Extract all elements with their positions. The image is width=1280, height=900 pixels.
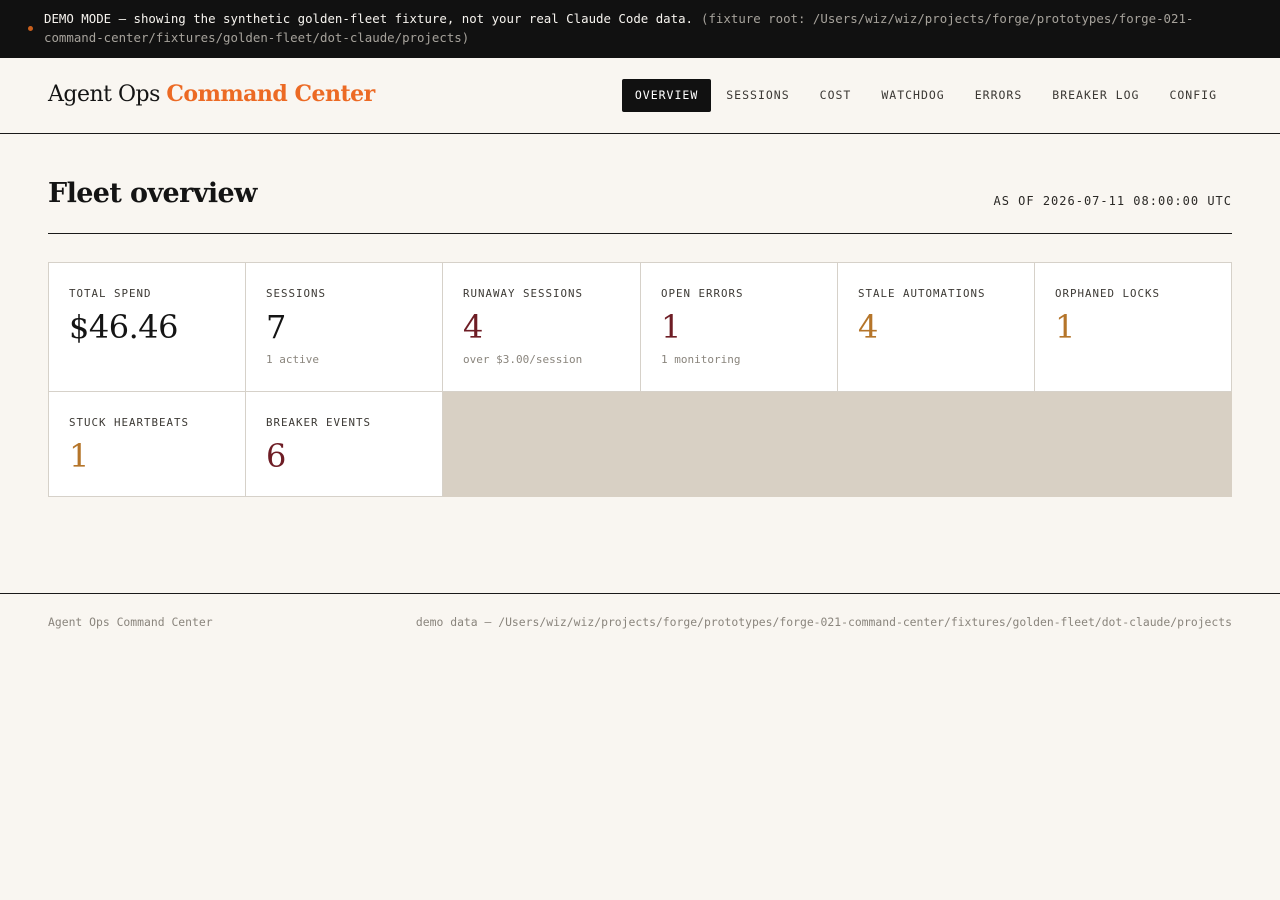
page-title: Fleet overview	[48, 178, 257, 209]
stat-subtext: 1 monitoring	[661, 353, 741, 366]
app-header: Agent Ops Command Center OVERVIEW SESSIO…	[0, 58, 1280, 134]
stat-label: TOTAL SPEND	[69, 287, 152, 300]
stat-card-stuck-heartbeats[interactable]: STUCK HEARTBEATS 1	[49, 392, 246, 497]
nav-tab-breaker-log[interactable]: BREAKER LOG	[1037, 79, 1154, 112]
stat-card-breaker-events[interactable]: BREAKER EVENTS 6	[246, 392, 443, 497]
stat-value: 1	[661, 308, 681, 346]
stat-value: 4	[858, 308, 878, 346]
title-divider	[48, 233, 1232, 234]
stat-label: STALE AUTOMATIONS	[858, 287, 986, 300]
brand-name-accent: Command Center	[166, 81, 375, 107]
as-of-timestamp: AS OF 2026-07-11 08:00:00 UTC	[993, 194, 1232, 208]
stats-grid: TOTAL SPEND $46.46 SESSIONS 7 1 active R…	[48, 262, 1232, 497]
footer-divider	[0, 593, 1280, 594]
stat-value: 4	[463, 308, 483, 346]
stat-subtext: 1 active	[266, 353, 319, 366]
stat-card-orphaned-locks[interactable]: ORPHANED LOCKS 1	[1035, 263, 1232, 392]
stat-label: ORPHANED LOCKS	[1055, 287, 1161, 300]
stat-label: BREAKER EVENTS	[266, 416, 372, 429]
stat-card-total-spend[interactable]: TOTAL SPEND $46.46	[49, 263, 246, 392]
stat-value: 7	[266, 308, 286, 346]
stat-value: 1	[1055, 308, 1075, 346]
stat-card-sessions[interactable]: SESSIONS 7 1 active	[246, 263, 443, 392]
stat-value: 1	[69, 437, 89, 475]
footer-data-source: demo data — /Users/wiz/wiz/projects/forg…	[415, 615, 1232, 629]
brand-logo[interactable]: Agent Ops Command Center	[48, 81, 375, 107]
stat-card-open-errors[interactable]: OPEN ERRORS 1 1 monitoring	[641, 263, 838, 392]
nav-tab-watchdog[interactable]: WATCHDOG	[866, 79, 959, 112]
brand-name-primary: Agent Ops	[48, 82, 160, 107]
stat-card-runaway-sessions[interactable]: RUNAWAY SESSIONS 4 over $3.00/session	[443, 263, 641, 392]
banner-text: DEMO MODE — showing the synthetic golden…	[44, 9, 1244, 47]
nav-tab-sessions[interactable]: SESSIONS	[711, 79, 804, 112]
stat-subtext: over $3.00/session	[463, 353, 583, 366]
nav-tab-config[interactable]: CONFIG	[1154, 79, 1232, 112]
stat-label: OPEN ERRORS	[661, 287, 744, 300]
banner-message: DEMO MODE — showing the synthetic golden…	[44, 11, 694, 26]
nav-tab-errors[interactable]: ERRORS	[960, 79, 1038, 112]
stat-label: SESSIONS	[266, 287, 327, 300]
demo-mode-banner: DEMO MODE — showing the synthetic golden…	[0, 0, 1280, 58]
footer-app-name: Agent Ops Command Center	[48, 615, 213, 629]
nav-tab-overview[interactable]: OVERVIEW	[621, 79, 712, 112]
stat-value: $46.46	[69, 308, 178, 346]
status-dot-icon	[28, 26, 33, 31]
stat-label: STUCK HEARTBEATS	[69, 416, 190, 429]
main-nav: OVERVIEW SESSIONS COST WATCHDOG ERRORS B…	[621, 79, 1232, 112]
stat-card-stale-automations[interactable]: STALE AUTOMATIONS 4	[838, 263, 1035, 392]
stat-value: 6	[266, 437, 286, 475]
stat-label: RUNAWAY SESSIONS	[463, 287, 584, 300]
nav-tab-cost[interactable]: COST	[805, 79, 867, 112]
